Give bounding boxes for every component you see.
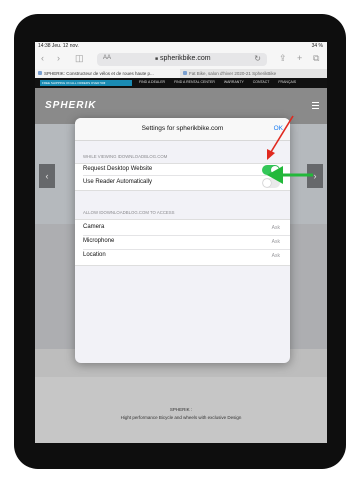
annotation-arrows [267,115,313,184]
green-arrow-icon [267,166,313,184]
red-arrow-icon [267,115,294,160]
screen: 14:38 Jeu. 12 nov. 34 % ‹ › ◫ AA ■ spheri… [35,42,327,443]
